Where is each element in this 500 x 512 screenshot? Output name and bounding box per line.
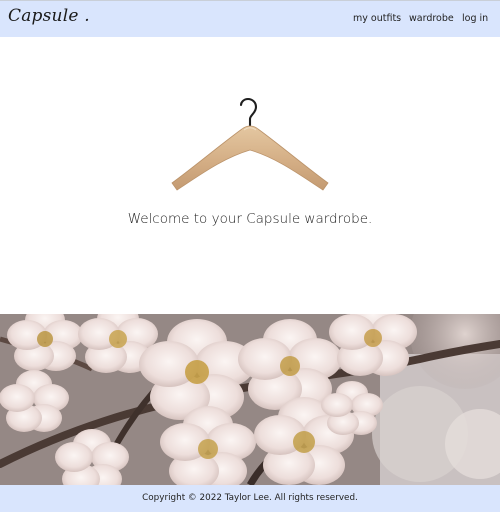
nav-link-wardrobe[interactable]: wardrobe	[409, 13, 454, 24]
brand-logo[interactable]: Capsule .	[8, 6, 90, 26]
footer: Copyright © 2022 Taylor Lee. All rights …	[0, 485, 500, 512]
cherry-blossom-photo	[0, 314, 500, 485]
copyright-text: Copyright © 2022 Taylor Lee. All rights …	[142, 493, 358, 503]
welcome-message: Welcome to your Capsule wardrobe.	[127, 211, 373, 227]
hanger-icon	[171, 97, 329, 191]
hero-section: Welcome to your Capsule wardrobe.	[0, 37, 500, 314]
nav-link-my-outfits[interactable]: my outfits	[353, 13, 401, 24]
nav-link-log-in[interactable]: log in	[462, 13, 488, 24]
top-navbar: Capsule . my outfits wardrobe log in	[0, 0, 500, 37]
cherry-blossom-image	[0, 314, 500, 485]
